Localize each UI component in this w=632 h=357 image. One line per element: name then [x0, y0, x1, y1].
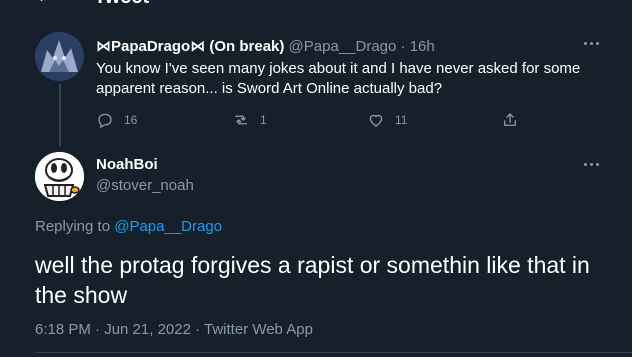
like-count: 11 — [395, 113, 408, 127]
divider — [35, 352, 632, 353]
author-display-name[interactable]: ⋈PapaDrago⋈ (On break) — [96, 38, 284, 55]
more-icon[interactable] — [584, 163, 604, 169]
page-title: Tweet — [94, 0, 149, 9]
heart-icon — [369, 114, 383, 127]
like-button[interactable]: 11 — [367, 111, 407, 129]
retweet-count: 1 — [260, 113, 267, 127]
replying-to-label: Replying to — [35, 218, 111, 235]
separator: · — [400, 38, 406, 55]
reply-icon — [98, 113, 112, 129]
back-arrow-icon[interactable] — [34, 0, 50, 4]
tweet-actions: 16 1 11 — [96, 111, 526, 131]
reply-count: 16 — [124, 113, 138, 127]
author-handle[interactable]: @Papa__Drago — [289, 38, 397, 55]
tweet-header: Tweet — [0, 0, 632, 8]
dragon-avatar-icon — [35, 32, 84, 81]
reply-button[interactable]: 16 — [96, 111, 137, 129]
skeleton-turtle-avatar-icon — [35, 152, 84, 201]
retweet-button[interactable]: 1 — [232, 111, 267, 129]
parent-tweet-author: ⋈PapaDrago⋈ (On break) @Papa__Drago · 16… — [96, 37, 435, 55]
replying-to-handle-link[interactable]: @Papa__Drago — [114, 218, 222, 235]
reply-author-display-name[interactable]: NoahBoi — [96, 156, 158, 173]
thread-connector-line — [59, 84, 61, 146]
share-button[interactable] — [501, 111, 519, 129]
reply-tweet-text: well the protag forgives a rapist or som… — [35, 252, 590, 308]
tweet-timestamp[interactable]: 6:18 PM · Jun 21, 2022 · Twitter Web App — [35, 321, 313, 338]
reply-author-handle[interactable]: @stover_noah — [96, 177, 194, 194]
retweet-icon — [235, 115, 247, 125]
avatar[interactable] — [35, 152, 84, 201]
parent-tweet-text: You know I've seen many jokes about it a… — [96, 60, 581, 97]
replying-to: Replying to @Papa__Drago — [35, 218, 222, 235]
more-icon[interactable] — [584, 42, 604, 48]
avatar[interactable] — [35, 32, 84, 81]
share-icon — [504, 113, 516, 126]
tweet-time[interactable]: 16h — [410, 38, 435, 55]
